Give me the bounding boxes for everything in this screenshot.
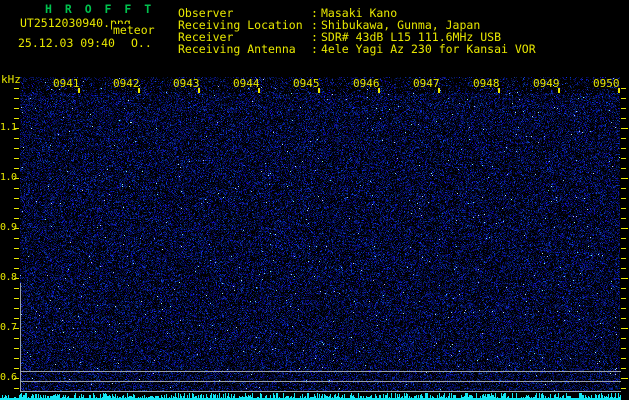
freq-axis-tick-right	[621, 328, 628, 329]
freq-axis-tick-left	[14, 198, 19, 199]
level-line-left-border	[20, 283, 21, 392]
freq-axis-tick-right	[621, 388, 626, 389]
freq-axis-tick-right	[621, 218, 626, 219]
freq-axis-tick-left	[14, 248, 19, 249]
freq-axis-tick-left	[14, 208, 19, 209]
freq-axis-tick-left	[14, 88, 19, 89]
freq-axis-tick-right	[621, 238, 626, 239]
freq-axis-tick-right	[621, 288, 626, 289]
time-axis-label: 0942	[113, 77, 140, 90]
freq-axis-tick-left	[14, 318, 19, 319]
freq-axis-tick-left	[14, 378, 19, 379]
freq-axis-tick-right	[621, 318, 626, 319]
freq-axis-tick-right	[621, 368, 626, 369]
time-axis-label: 0949	[533, 77, 560, 90]
freq-axis-tick-right	[621, 198, 626, 199]
datetime-label: 25.12.03 09:40	[18, 36, 115, 50]
time-axis-tick	[78, 88, 80, 93]
freq-axis-tick-right	[621, 148, 626, 149]
freq-axis-tick-left	[14, 108, 19, 109]
level-line-middle	[20, 381, 621, 382]
time-axis-tick	[318, 88, 320, 93]
freq-axis-tick-left	[14, 358, 19, 359]
time-axis-label: 0946	[353, 77, 380, 90]
time-axis-label: 0948	[473, 77, 500, 90]
freq-axis-tick-right	[621, 158, 626, 159]
freq-axis-tick-right	[621, 358, 626, 359]
freq-axis-tick-right	[621, 128, 628, 129]
freq-axis-tick-left	[14, 228, 19, 229]
info-separator: :	[311, 42, 318, 56]
time-axis-label: 0944	[233, 77, 260, 90]
time-axis-label: 0947	[413, 77, 440, 90]
freq-axis-tick-left	[14, 178, 19, 179]
freq-axis-tick-right	[621, 118, 626, 119]
freq-axis-tick-left	[14, 138, 19, 139]
freq-axis-tick-right	[621, 88, 626, 89]
freq-axis-tick-right	[621, 378, 628, 379]
freq-axis-tick-left	[14, 258, 19, 259]
freq-axis-tick-right	[621, 348, 626, 349]
freq-axis-tick-right	[621, 108, 626, 109]
freq-axis-tick-left	[14, 308, 19, 309]
freq-axis-tick-right	[621, 338, 626, 339]
freq-axis-tick-left	[14, 128, 19, 129]
freq-axis-unit-label: kHz	[1, 73, 21, 86]
freq-axis-tick-left	[14, 368, 19, 369]
freq-axis-tick-left	[14, 168, 19, 169]
freq-axis-tick-left	[14, 268, 19, 269]
info-label: Receiving Antenna	[178, 42, 296, 56]
freq-axis-tick-right	[621, 98, 626, 99]
freq-axis-tick-left	[14, 118, 19, 119]
freq-axis-tick-left	[14, 218, 19, 219]
freq-axis-tick-right	[621, 228, 628, 229]
freq-axis-tick-right	[621, 208, 626, 209]
freq-axis-tick-right	[621, 278, 628, 279]
time-axis-tick	[258, 88, 260, 93]
freq-axis-tick-right	[621, 258, 626, 259]
progress-indicator: O..	[131, 36, 152, 50]
freq-axis-tick-right	[621, 138, 626, 139]
freq-axis-tick-left	[14, 158, 19, 159]
observation-mode-label: meteor	[112, 23, 155, 37]
level-line-lower	[20, 391, 621, 392]
freq-axis-tick-left	[14, 388, 19, 389]
time-axis-tick	[198, 88, 200, 93]
freq-axis-tick-right	[621, 178, 628, 179]
info-value: 4ele Yagi Az 230 for Kansai VOR	[321, 42, 536, 56]
time-axis-label: 0950	[593, 77, 620, 90]
freq-axis-tick-right	[621, 248, 626, 249]
time-axis-tick	[558, 88, 560, 93]
spectrogram-noise-canvas	[20, 77, 620, 392]
freq-axis-tick-left	[14, 188, 19, 189]
freq-axis-tick-right	[621, 268, 626, 269]
freq-axis-tick-left	[14, 278, 19, 279]
freq-axis-tick-left	[14, 238, 19, 239]
signal-level-strip-canvas	[0, 392, 621, 400]
time-axis-label: 0941	[53, 77, 80, 90]
freq-axis-tick-right	[621, 308, 626, 309]
time-axis-label: 0945	[293, 77, 320, 90]
time-axis-tick	[618, 88, 620, 93]
time-axis-tick	[498, 88, 500, 93]
freq-axis-tick-left	[14, 348, 19, 349]
time-axis-tick	[438, 88, 440, 93]
freq-axis-tick-left	[14, 148, 19, 149]
time-axis-tick	[378, 88, 380, 93]
time-axis-tick	[138, 88, 140, 93]
freq-axis-tick-right	[621, 168, 626, 169]
app-title: H R O F F T	[45, 2, 155, 16]
hrofft-screen: H R O F F T UT2512030940.png meteor 25.1…	[0, 0, 629, 400]
freq-axis-tick-left	[14, 298, 19, 299]
freq-axis-tick-left	[14, 328, 19, 329]
freq-axis-tick-right	[621, 298, 626, 299]
level-line-upper	[20, 371, 621, 372]
freq-axis-tick-left	[14, 288, 19, 289]
freq-axis-tick-left	[14, 98, 19, 99]
freq-axis-tick-left	[14, 338, 19, 339]
time-axis-label: 0943	[173, 77, 200, 90]
freq-axis-tick-right	[621, 188, 626, 189]
